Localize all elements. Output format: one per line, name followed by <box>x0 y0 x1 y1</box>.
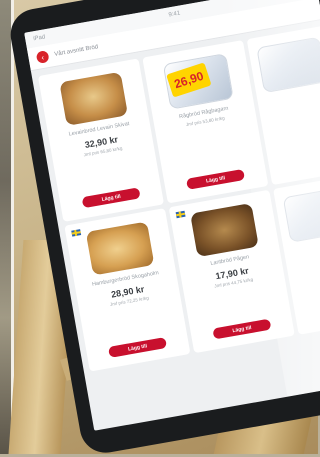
add-to-cart-button[interactable]: Lägg till <box>186 168 246 190</box>
swedish-flag-icon <box>175 210 186 219</box>
category-title: Vårt avsnitt Bröd <box>53 44 99 58</box>
product-card[interactable]: Lantbröd Pågen 17,90 kr Jmf pris 44,75 k… <box>168 189 295 354</box>
chevron-left-icon[interactable]: ‹ <box>35 50 50 64</box>
add-to-cart-button[interactable]: Lägg till <box>108 337 168 358</box>
product-card[interactable]: Hamburgerbröd Skogaholm 28,90 kr Jmf pri… <box>64 208 191 372</box>
tablet-screen: iPad 9:41 ▭ ‹ Vårt avsnitt Bröd Levainbr… <box>24 0 320 431</box>
status-device: iPad <box>32 34 46 43</box>
product-image-pack <box>282 186 320 243</box>
product-image-bread <box>190 203 259 258</box>
product-card[interactable]: 26,90 Rågbröd Rågbagarn Jmf pris 53,80 k… <box>142 40 269 204</box>
product-grid: Levainbröd Levain Skivat 32,90 kr Jmf pr… <box>31 20 320 379</box>
status-time: 9:41 <box>168 10 181 19</box>
add-to-cart-button[interactable]: Lägg till <box>212 318 272 340</box>
add-to-cart-button[interactable]: Lägg till <box>81 187 141 209</box>
swedish-flag-icon <box>71 229 82 237</box>
product-image-rolls <box>85 221 155 276</box>
product-card[interactable]: Levainbröd Levain Skivat 32,90 kr Jmf pr… <box>37 58 165 222</box>
product-image-pack <box>256 36 320 94</box>
product-image-bread <box>59 71 129 126</box>
